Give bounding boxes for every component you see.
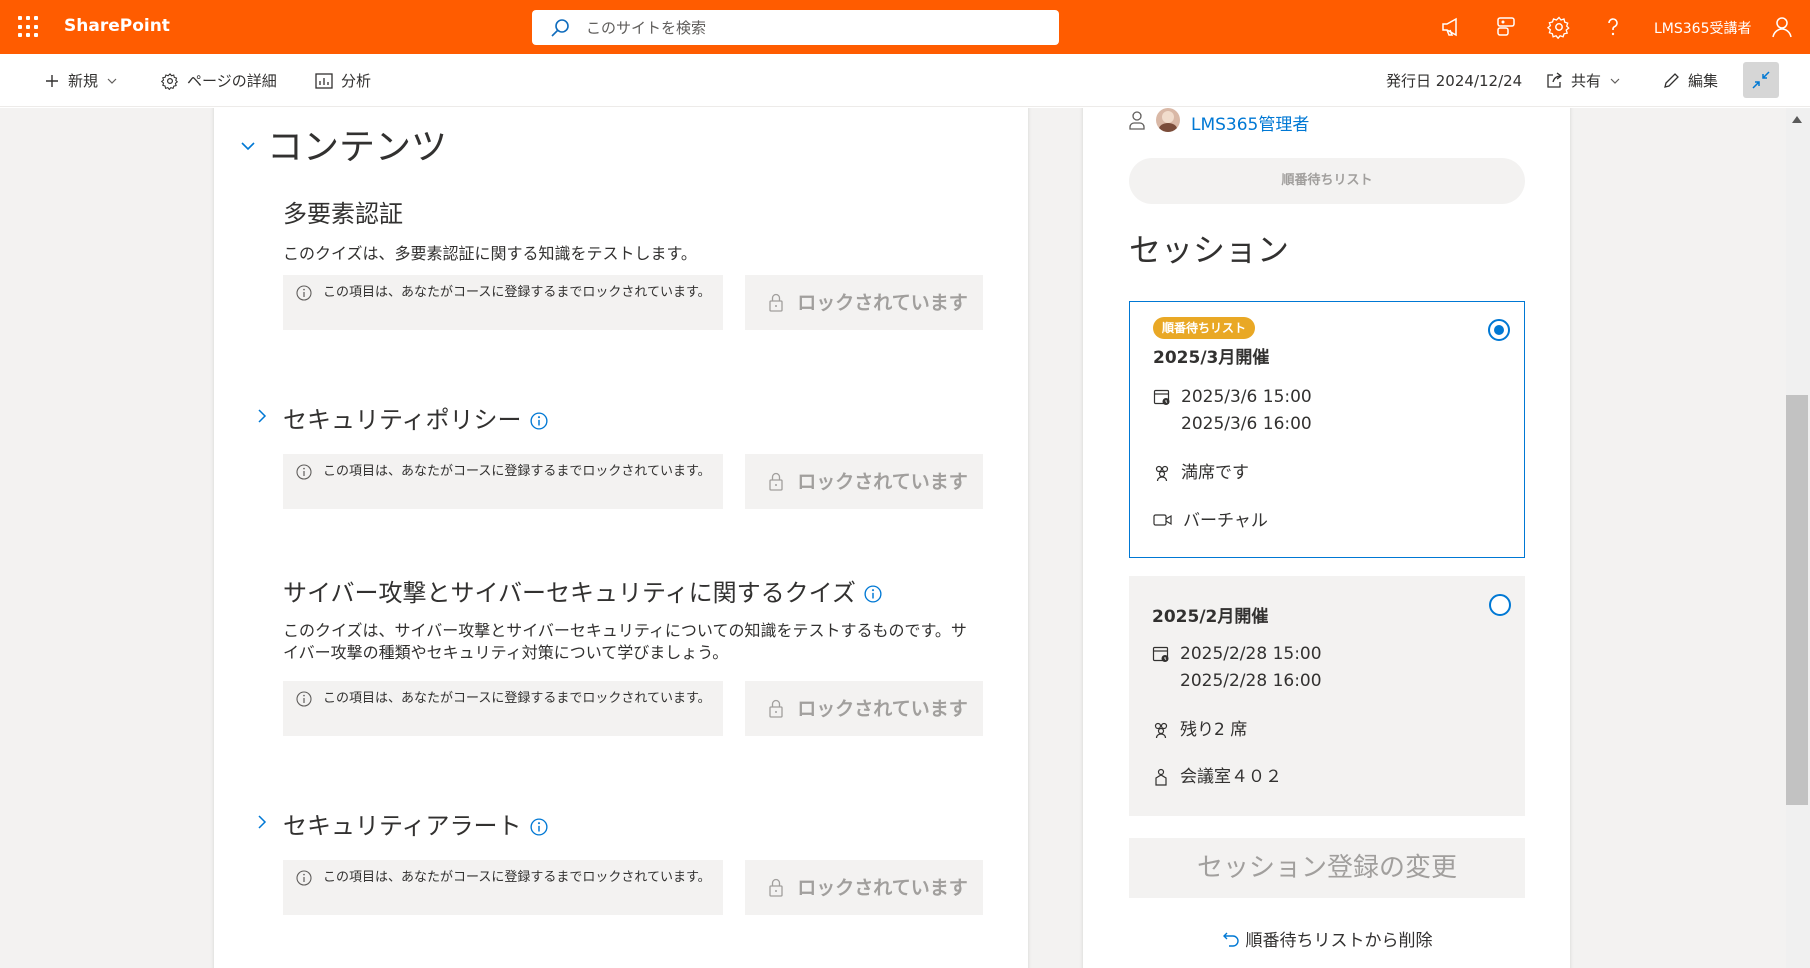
session-radio[interactable] bbox=[1489, 594, 1511, 616]
new-button[interactable]: 新規 bbox=[44, 70, 118, 91]
search-box[interactable] bbox=[532, 10, 1059, 45]
info-icon bbox=[296, 870, 312, 886]
undo-icon bbox=[1222, 932, 1239, 947]
session-seats: 満席です bbox=[1153, 460, 1249, 487]
locked-button[interactable]: ロックされています bbox=[745, 860, 983, 915]
item-description: このクイズは、サイバー攻撃とサイバーセキュリティについての知識をテストするもので… bbox=[283, 621, 967, 662]
settings-icon[interactable] bbox=[1547, 15, 1571, 39]
app-launcher-icon[interactable] bbox=[18, 16, 40, 38]
calendar-clock-icon bbox=[1152, 646, 1169, 662]
session-location: 会議室４０２ bbox=[1152, 764, 1282, 791]
lock-icon bbox=[769, 472, 783, 491]
instructor-link[interactable]: LMS365管理者 bbox=[1191, 110, 1309, 135]
username[interactable]: LMS365受講者 bbox=[1654, 18, 1752, 38]
item-title: セキュリティポリシー bbox=[283, 400, 548, 435]
analytics-label: 分析 bbox=[341, 72, 372, 90]
info-icon[interactable] bbox=[530, 818, 548, 836]
locked-button[interactable]: ロックされています bbox=[745, 681, 983, 736]
info-icon bbox=[296, 285, 312, 301]
session-radio[interactable] bbox=[1488, 319, 1510, 341]
chevron-right-icon[interactable] bbox=[256, 814, 268, 830]
lock-notice: この項目は、あなたがコースに登録するまでロックされています。 bbox=[283, 454, 723, 509]
edit-label: 編集 bbox=[1688, 72, 1719, 90]
gear-icon bbox=[161, 72, 179, 90]
collapse-icon bbox=[1752, 71, 1770, 89]
plus-icon bbox=[46, 74, 58, 87]
session-seats: 残り2 席 bbox=[1152, 717, 1247, 744]
room-icon bbox=[1155, 768, 1167, 786]
account-icon[interactable] bbox=[1770, 15, 1794, 39]
lock-notice: この項目は、あなたがコースに登録するまでロックされています。 bbox=[283, 860, 723, 915]
lock-icon bbox=[769, 293, 783, 312]
session-start: 2025/3/6 15:00 bbox=[1181, 387, 1312, 407]
item-title: サイバー攻撃とサイバーセキュリティに関するクイズ bbox=[283, 573, 882, 608]
waitlist-badge: 順番待ちリスト bbox=[1153, 317, 1256, 339]
locked-button[interactable]: ロックされています bbox=[745, 275, 983, 330]
change-registration-button[interactable]: セッション登録の変更 bbox=[1129, 838, 1525, 898]
published-date: 発行日 2024/12/24 bbox=[1386, 72, 1523, 90]
chevron-down-icon[interactable] bbox=[240, 138, 256, 154]
session-title: 2025/3月開催 bbox=[1153, 348, 1270, 368]
content-card: コンテンツ 多要素認証 このクイズは、多要素認証に関する知識をテストします。 こ… bbox=[214, 108, 1028, 968]
session-title: 2025/2月開催 bbox=[1152, 607, 1269, 627]
app-name[interactable]: SharePoint bbox=[64, 16, 170, 36]
sessions-title: セッション bbox=[1129, 231, 1290, 269]
pencil-icon bbox=[1664, 72, 1679, 88]
edit-button[interactable]: 編集 bbox=[1662, 70, 1718, 91]
session-option[interactable]: 2025/2月開催 2025/2/28 15:00 2025/2/28 16:00… bbox=[1129, 576, 1525, 816]
chevron-right-icon[interactable] bbox=[256, 408, 268, 424]
page-details-label: ページの詳細 bbox=[187, 72, 277, 90]
search-icon bbox=[551, 18, 569, 37]
scrollbar-thumb[interactable] bbox=[1786, 395, 1808, 805]
session-option[interactable]: 順番待ちリスト 2025/3月開催 2025/3/6 15:00 2025/3/6… bbox=[1129, 301, 1525, 558]
new-label: 新規 bbox=[68, 72, 99, 90]
session-location: バーチャル bbox=[1153, 508, 1268, 535]
remove-waitlist-button[interactable]: 順番待ちリストから削除 bbox=[1129, 926, 1525, 951]
calendar-clock-icon bbox=[1153, 389, 1170, 405]
page-details-button[interactable]: ページの詳細 bbox=[161, 70, 277, 91]
share-button[interactable]: 共有 bbox=[1545, 70, 1621, 91]
lock-notice: この項目は、あなたがコースに登録するまでロックされています。 bbox=[283, 681, 723, 736]
item-title: セキュリティアラート bbox=[283, 806, 548, 841]
video-icon bbox=[1153, 514, 1172, 526]
session-dates: 2025/2/28 15:00 2025/2/28 16:00 bbox=[1152, 641, 1322, 695]
section-title: コンテンツ bbox=[267, 127, 448, 168]
info-icon[interactable] bbox=[530, 412, 548, 430]
avatar[interactable] bbox=[1156, 108, 1180, 132]
session-end: 2025/3/6 16:00 bbox=[1181, 414, 1312, 434]
chevron-down-icon bbox=[107, 78, 117, 84]
analytics-button[interactable]: 分析 bbox=[315, 70, 371, 91]
feedback-icon[interactable] bbox=[1494, 15, 1518, 39]
info-icon bbox=[296, 464, 312, 480]
page-canvas: コンテンツ 多要素認証 このクイズは、多要素認証に関する知識をテストします。 こ… bbox=[0, 108, 1786, 968]
share-icon bbox=[1547, 71, 1563, 88]
scroll-up-icon[interactable] bbox=[1791, 114, 1803, 124]
item-title: 多要素認証 bbox=[283, 200, 403, 228]
session-start: 2025/2/28 15:00 bbox=[1180, 644, 1322, 664]
chevron-down-icon bbox=[1610, 78, 1620, 84]
waitlist-button[interactable]: 順番待ちリスト bbox=[1129, 158, 1525, 204]
locked-button[interactable]: ロックされています bbox=[745, 454, 983, 509]
session-end: 2025/2/28 16:00 bbox=[1180, 671, 1322, 691]
info-icon[interactable] bbox=[864, 585, 882, 603]
lock-notice: この項目は、あなたがコースに登録するまでロックされています。 bbox=[283, 275, 723, 330]
share-label: 共有 bbox=[1571, 72, 1602, 90]
help-icon[interactable] bbox=[1601, 15, 1625, 39]
item-description: このクイズは、多要素認証に関する知識をテストします。 bbox=[283, 244, 697, 263]
info-icon bbox=[296, 691, 312, 707]
lock-icon bbox=[769, 699, 783, 718]
megaphone-icon[interactable] bbox=[1440, 15, 1464, 39]
command-bar: 新規 ページの詳細 分析 発行日 2024/12/24 共有 編集 bbox=[0, 54, 1810, 107]
lock-icon bbox=[769, 878, 783, 897]
suite-header: SharePoint LMS365受講者 bbox=[0, 0, 1810, 54]
collapse-button[interactable] bbox=[1743, 62, 1779, 98]
people-icon bbox=[1155, 465, 1169, 482]
person-icon bbox=[1129, 111, 1145, 130]
search-input[interactable] bbox=[584, 17, 1024, 38]
people-icon bbox=[1154, 722, 1168, 739]
analytics-icon bbox=[315, 72, 333, 89]
session-dates: 2025/3/6 15:00 2025/3/6 16:00 bbox=[1153, 384, 1312, 438]
